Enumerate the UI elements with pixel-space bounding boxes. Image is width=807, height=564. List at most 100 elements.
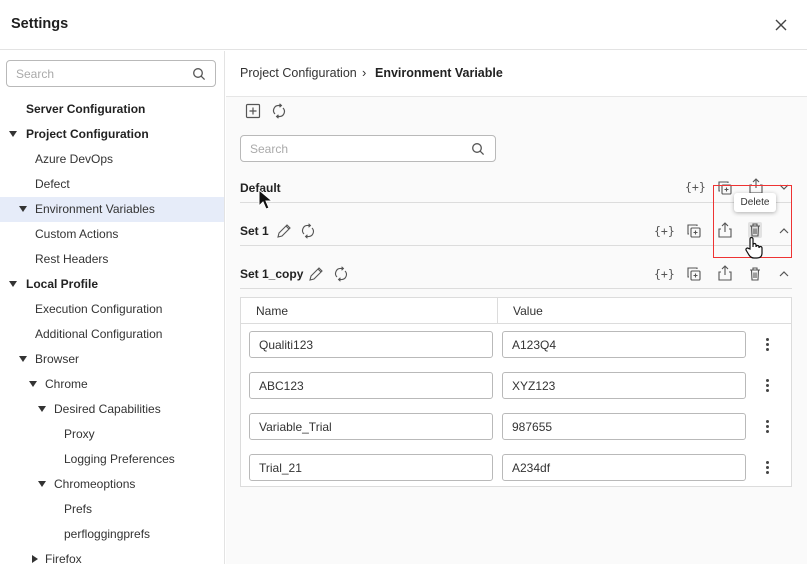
variable-name-input[interactable]: [259, 419, 459, 435]
sync-icon[interactable]: [270, 102, 288, 120]
tree-item-proxy[interactable]: Proxy: [0, 422, 224, 447]
sidebar-search-input[interactable]: [16, 66, 176, 82]
set-row-set-1[interactable]: Set 1 {+}: [240, 216, 792, 246]
add-variable-icon[interactable]: {+}: [654, 267, 675, 281]
table-header: Name Value: [241, 298, 791, 324]
tree-item-custom-actions[interactable]: Custom Actions: [0, 222, 224, 247]
caret-down-icon[interactable]: [9, 281, 17, 287]
caret-down-icon[interactable]: [9, 131, 17, 137]
add-set-button[interactable]: [244, 102, 262, 120]
variable-name-field[interactable]: [249, 331, 493, 358]
variable-value-field[interactable]: [502, 454, 746, 481]
tree-item-prefs[interactable]: Prefs: [0, 497, 224, 522]
tree-item-label: Environment Variables: [35, 202, 155, 216]
tree-item-label: Desired Capabilities: [54, 402, 161, 416]
tree-item-additional-configuration[interactable]: Additional Configuration: [0, 322, 224, 347]
tree-item-environment-variables[interactable]: Environment Variables: [0, 197, 224, 222]
variable-name-field[interactable]: [249, 413, 493, 440]
edit-icon[interactable]: [307, 265, 325, 283]
tree-item-firefox[interactable]: Firefox: [0, 547, 224, 564]
sync-icon[interactable]: [299, 222, 317, 240]
more-options-icon[interactable]: [761, 378, 773, 394]
tree-item-perfloggingprefs[interactable]: perfloggingprefs: [0, 522, 224, 547]
tree-item-server-configuration[interactable]: Server Configuration: [0, 97, 224, 122]
variable-name-field[interactable]: [249, 454, 493, 481]
variable-value-field[interactable]: [502, 413, 746, 440]
tree-item-label: Custom Actions: [35, 227, 119, 241]
chevron-up-icon[interactable]: [777, 267, 791, 281]
tree-item-chromeoptions[interactable]: Chromeoptions: [0, 472, 224, 497]
close-icon[interactable]: [771, 15, 791, 35]
column-header-value: Value: [513, 304, 543, 318]
tree-item-label: Prefs: [64, 502, 93, 516]
sidebar: Server Configuration Project Configurati…: [0, 51, 225, 564]
breadcrumb: Project Configuration › Environment Vari…: [226, 51, 807, 97]
breadcrumb-parent[interactable]: Project Configuration: [240, 66, 357, 80]
tree-item-browser[interactable]: Browser: [0, 347, 224, 372]
set-row-default[interactable]: Default {+}: [240, 173, 792, 203]
caret-down-icon[interactable]: [38, 406, 46, 412]
tree-item-label: Azure DevOps: [35, 152, 114, 166]
tree-item-azure-devops[interactable]: Azure DevOps: [0, 147, 224, 172]
search-icon[interactable]: [192, 67, 206, 81]
tree-item-local-profile[interactable]: Local Profile: [0, 272, 224, 297]
tree-item-logging-preferences[interactable]: Logging Preferences: [0, 447, 224, 472]
caret-down-icon[interactable]: [29, 381, 37, 387]
variable-name-input[interactable]: [259, 337, 459, 353]
more-options-icon[interactable]: [761, 419, 773, 435]
tree-item-label: Logging Preferences: [64, 452, 175, 466]
breadcrumb-current: Environment Variable: [375, 66, 503, 80]
variable-value-field[interactable]: [502, 331, 746, 358]
more-options-icon[interactable]: [761, 337, 773, 353]
hand-cursor-icon: [745, 236, 763, 259]
dialog-title: Settings: [11, 16, 69, 32]
tree-item-desired-capabilities[interactable]: Desired Capabilities: [0, 397, 224, 422]
variable-value-input[interactable]: [512, 419, 712, 435]
tree-item-label: Chromeoptions: [54, 477, 136, 491]
variable-value-input[interactable]: [512, 460, 712, 476]
edit-icon[interactable]: [275, 222, 293, 240]
add-variable-icon[interactable]: {+}: [654, 224, 675, 238]
environment-search[interactable]: [240, 135, 496, 162]
toolbar: [226, 98, 807, 124]
set-name: Set 1: [240, 224, 269, 238]
tree-item-rest-headers[interactable]: Rest Headers: [0, 247, 224, 272]
copy-icon[interactable]: [685, 265, 703, 283]
add-variable-icon[interactable]: {+}: [685, 180, 706, 194]
column-divider: [497, 298, 498, 324]
variable-name-input[interactable]: [259, 378, 459, 394]
caret-down-icon[interactable]: [38, 481, 46, 487]
variable-value-input[interactable]: [512, 378, 712, 394]
search-icon[interactable]: [471, 142, 485, 156]
copy-icon[interactable]: [685, 222, 703, 240]
variable-name-input[interactable]: [259, 460, 459, 476]
caret-down-icon[interactable]: [19, 206, 27, 212]
variable-value-field[interactable]: [502, 372, 746, 399]
dialog-header: Settings: [0, 0, 807, 50]
tree-item-label: Chrome: [45, 377, 88, 391]
environment-search-input[interactable]: [250, 141, 410, 157]
sidebar-search[interactable]: [6, 60, 216, 87]
table-row: [241, 325, 791, 366]
tree-item-label: Rest Headers: [35, 252, 109, 266]
tree-item-project-configuration[interactable]: Project Configuration: [0, 122, 224, 147]
caret-right-icon[interactable]: [32, 555, 38, 563]
sync-icon[interactable]: [332, 265, 350, 283]
export-icon[interactable]: [716, 264, 734, 282]
arrow-cursor-icon: [258, 189, 274, 210]
tree-item-label: Server Configuration: [26, 102, 146, 116]
delete-icon[interactable]: [746, 265, 764, 283]
tree-item-chrome[interactable]: Chrome: [0, 372, 224, 397]
set-row-set-1-copy[interactable]: Set 1_copy {+}: [240, 259, 792, 289]
tree-item-label: Project Configuration: [26, 127, 149, 141]
variable-name-field[interactable]: [249, 372, 493, 399]
more-options-icon[interactable]: [761, 460, 773, 476]
tree-item-label: Defect: [35, 177, 70, 191]
tree-item-defect[interactable]: Defect: [0, 172, 224, 197]
column-header-name: Name: [256, 304, 289, 318]
tree-item-label: Additional Configuration: [35, 327, 163, 341]
tree-item-execution-configuration[interactable]: Execution Configuration: [0, 297, 224, 322]
variable-value-input[interactable]: [512, 337, 712, 353]
caret-down-icon[interactable]: [19, 356, 27, 362]
variables-table: Name Value: [240, 297, 792, 487]
